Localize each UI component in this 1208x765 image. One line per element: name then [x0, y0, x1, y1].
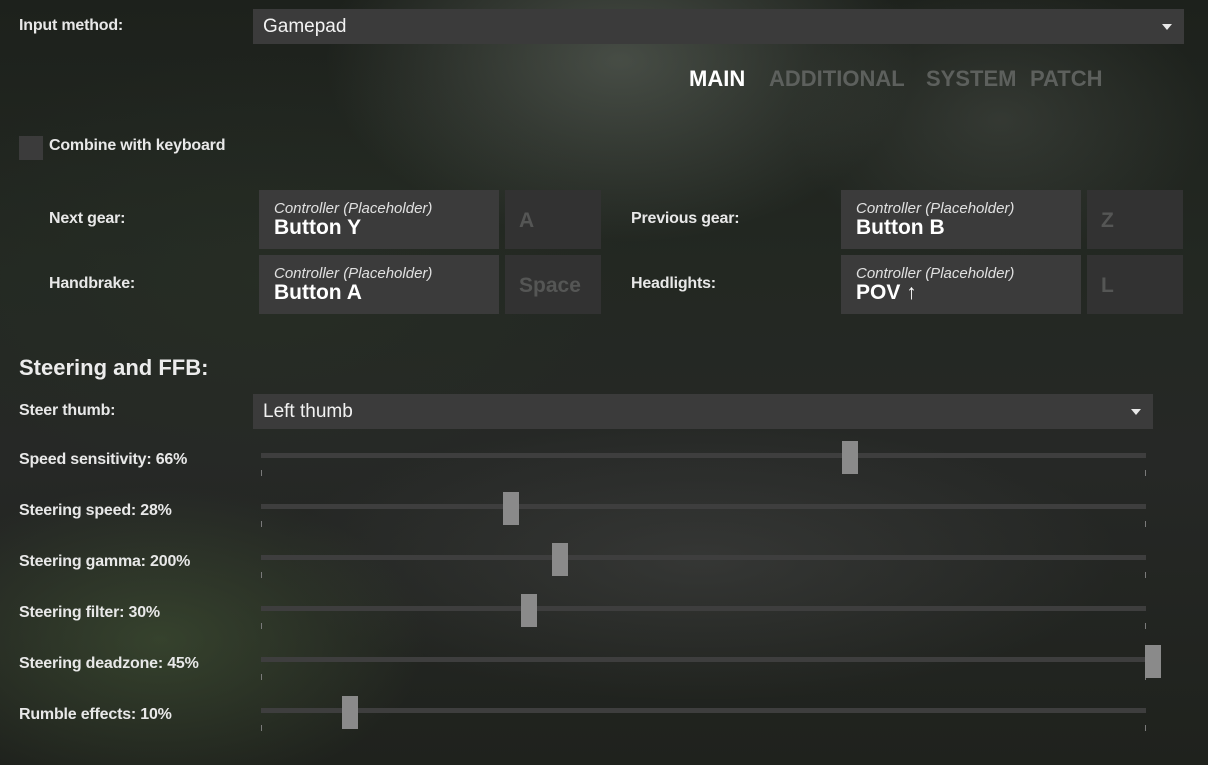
binding-device: Controller (Placeholder): [856, 200, 1015, 217]
binding-device: Controller (Placeholder): [274, 200, 433, 217]
slider-thumb[interactable]: [842, 441, 858, 474]
binding-button: POV ↑: [856, 281, 917, 304]
slider-tick: [261, 470, 262, 476]
speed-sensitivity-slider[interactable]: [0, 441, 1208, 476]
headlights-key[interactable]: L: [1087, 255, 1183, 314]
slider-track[interactable]: [261, 657, 1146, 662]
slider-track[interactable]: [261, 708, 1146, 713]
slider-track[interactable]: [261, 555, 1146, 560]
slider-tick: [1145, 572, 1146, 578]
steering-speed-slider[interactable]: [0, 492, 1208, 527]
input-method-value: Gamepad: [263, 16, 347, 37]
binding-button: Button Y: [274, 216, 362, 239]
slider-track[interactable]: [261, 453, 1146, 458]
steer-thumb-select[interactable]: Left thumb: [253, 394, 1153, 429]
steering-section-title: Steering and FFB:: [19, 355, 209, 380]
binding-button: Button B: [856, 216, 945, 239]
slider-tick: [261, 572, 262, 578]
tab-patch[interactable]: PATCH: [1030, 66, 1103, 92]
slider-thumb[interactable]: [503, 492, 519, 525]
binding-device: Controller (Placeholder): [274, 265, 433, 282]
tab-main[interactable]: MAIN: [689, 66, 745, 92]
slider-track[interactable]: [261, 504, 1146, 509]
slider-tick: [1145, 521, 1146, 527]
handbrake-key[interactable]: Space: [505, 255, 601, 314]
chevron-down-icon: [1131, 409, 1141, 415]
combine-keyboard-label: Combine with keyboard: [49, 137, 226, 154]
slider-tick: [1145, 725, 1146, 731]
steer-thumb-label: Steer thumb:: [19, 402, 116, 419]
next-gear-label: Next gear:: [49, 210, 126, 227]
slider-tick: [261, 725, 262, 731]
tab-additional[interactable]: ADDITIONAL: [769, 66, 905, 92]
steering-deadzone-slider[interactable]: [0, 645, 1208, 680]
handbrake-label: Handbrake:: [49, 275, 136, 292]
input-method-label: Input method:: [19, 17, 124, 34]
steering-filter-slider[interactable]: [0, 594, 1208, 629]
headlights-label: Headlights:: [631, 275, 716, 292]
previous-gear-binding[interactable]: Controller (Placeholder) Button B: [841, 190, 1081, 249]
slider-tick: [261, 623, 262, 629]
slider-thumb[interactable]: [552, 543, 568, 576]
headlights-binding[interactable]: Controller (Placeholder) POV ↑: [841, 255, 1081, 314]
steer-thumb-value: Left thumb: [263, 401, 353, 422]
next-gear-binding[interactable]: Controller (Placeholder) Button Y: [259, 190, 499, 249]
steering-gamma-slider[interactable]: [0, 543, 1208, 578]
handbrake-binding[interactable]: Controller (Placeholder) Button A: [259, 255, 499, 314]
slider-tick: [261, 521, 262, 527]
input-method-select[interactable]: Gamepad: [253, 9, 1184, 44]
slider-thumb[interactable]: [342, 696, 358, 729]
slider-thumb[interactable]: [521, 594, 537, 627]
tab-system[interactable]: SYSTEM: [926, 66, 1016, 92]
slider-thumb[interactable]: [1145, 645, 1161, 678]
previous-gear-key[interactable]: Z: [1087, 190, 1183, 249]
slider-track[interactable]: [261, 606, 1146, 611]
slider-tick: [1145, 623, 1146, 629]
binding-device: Controller (Placeholder): [856, 265, 1015, 282]
combine-keyboard-checkbox[interactable]: [19, 136, 43, 160]
chevron-down-icon: [1162, 24, 1172, 30]
next-gear-key[interactable]: A: [505, 190, 601, 249]
rumble-effects-slider[interactable]: [0, 696, 1208, 731]
slider-tick: [1145, 470, 1146, 476]
previous-gear-label: Previous gear:: [631, 210, 740, 227]
binding-button: Button A: [274, 281, 362, 304]
slider-tick: [261, 674, 262, 680]
